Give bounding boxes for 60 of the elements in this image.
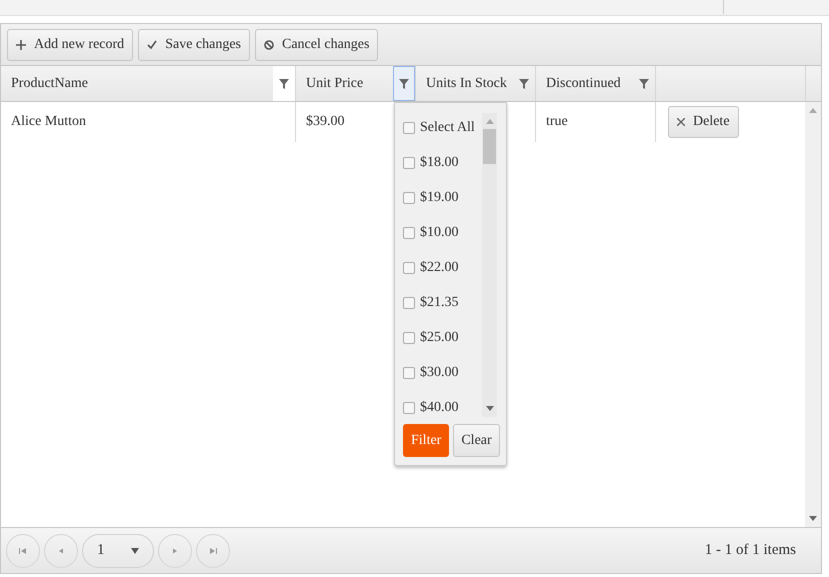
checkbox[interactable] — [403, 367, 415, 379]
checkbox[interactable] — [403, 402, 415, 414]
table-cell: true — [536, 102, 656, 142]
column-title[interactable]: Discontinued — [546, 76, 621, 92]
filter-button[interactable] — [393, 66, 415, 101]
filter-option[interactable]: $30.00 — [403, 364, 482, 382]
delete-button[interactable]: Delete — [668, 106, 739, 138]
previous-page-icon — [57, 546, 65, 554]
filter-icon — [279, 78, 289, 88]
plus-icon — [16, 40, 26, 50]
first-page-icon — [19, 546, 27, 554]
filter-option[interactable]: $40.00 — [403, 399, 482, 417]
scroll-down-icon[interactable] — [809, 516, 817, 521]
first-page-button[interactable] — [6, 534, 40, 568]
filter-icon — [519, 78, 529, 88]
column-header[interactable]: Unit Price — [296, 66, 416, 101]
last-page-icon — [209, 546, 217, 554]
pager-info: 1 - 1 of 1 items — [704, 542, 796, 559]
filter-icon — [639, 78, 649, 88]
close-icon — [677, 118, 685, 126]
table-cell: Alice Mutton — [1, 102, 296, 142]
page-dropdown[interactable]: 1 — [82, 534, 154, 568]
check-icon — [147, 40, 158, 50]
checkbox[interactable] — [403, 227, 415, 239]
last-page-button[interactable] — [196, 534, 230, 568]
column-title[interactable]: Unit Price — [306, 76, 364, 92]
filter-option[interactable]: $10.00 — [403, 224, 482, 242]
column-header[interactable]: Discontinued — [536, 66, 656, 101]
scrollbar[interactable] — [482, 113, 497, 417]
checkbox[interactable] — [403, 192, 415, 204]
checkbox[interactable] — [403, 332, 415, 344]
toolbar-button[interactable]: Save changes — [138, 28, 250, 60]
toolbar-button[interactable]: Add new record — [7, 28, 134, 60]
previous-page-button[interactable] — [44, 534, 78, 568]
scrollbar[interactable] — [805, 102, 821, 527]
filter-option[interactable]: $21.35 — [403, 294, 482, 312]
filter-button[interactable] — [273, 66, 295, 101]
scroll-thumb[interactable] — [483, 129, 496, 164]
column-title[interactable]: Units In Stock — [426, 76, 507, 92]
filter-option[interactable]: $19.00 — [403, 189, 482, 207]
filter-option[interactable]: $25.00 — [403, 329, 482, 347]
scroll-up-icon[interactable] — [809, 108, 817, 113]
column-title[interactable]: ProductName — [11, 76, 88, 92]
cancel-icon — [264, 40, 274, 50]
next-page-icon — [171, 546, 179, 554]
column-header[interactable]: ProductName — [1, 66, 296, 101]
filter-option[interactable]: $22.00 — [403, 259, 482, 277]
checkbox[interactable] — [403, 157, 415, 169]
filter-icon — [399, 78, 409, 88]
filter-option[interactable]: $18.00 — [403, 154, 482, 172]
clear-button[interactable]: Clear — [453, 424, 500, 457]
checkbox[interactable] — [403, 262, 415, 274]
checkbox[interactable] — [403, 297, 415, 309]
next-page-button[interactable] — [158, 534, 192, 568]
scroll-up-icon[interactable] — [486, 119, 494, 124]
toolbar-button[interactable]: Cancel changes — [255, 28, 378, 60]
checkbox[interactable] — [403, 122, 415, 134]
scroll-down-icon[interactable] — [486, 406, 494, 411]
caret-icon — [131, 548, 139, 554]
column-header[interactable]: Units In Stock — [416, 66, 536, 101]
